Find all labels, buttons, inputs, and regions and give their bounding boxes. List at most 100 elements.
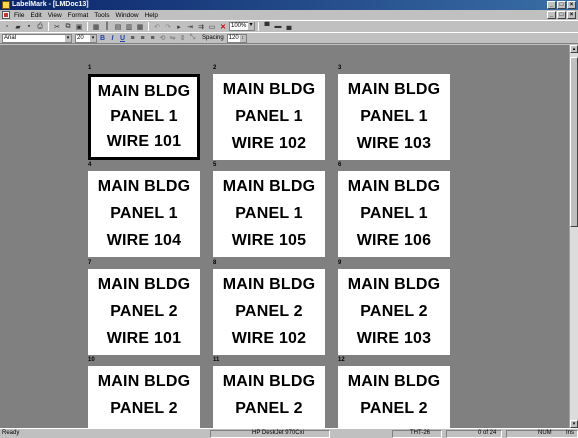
label-text-line: MAIN BLDG (97, 372, 191, 390)
label-face[interactable]: MAIN BLDG PANEL 1 WIRE 106 (338, 171, 450, 257)
label-face[interactable]: MAIN BLDG PANEL 2 WIRE 101 (88, 269, 200, 355)
vertical-text-icon[interactable]: ⇕ (178, 34, 187, 43)
scroll-down-icon[interactable]: ▾ (570, 420, 578, 428)
open-folder-icon[interactable]: ▰ (13, 22, 23, 32)
scroll-thumb[interactable] (570, 57, 578, 227)
scroll-up-icon[interactable]: ▴ (570, 45, 578, 53)
bold-button[interactable]: B (98, 34, 107, 43)
label-tile[interactable]: 2 MAIN BLDG PANEL 1 WIRE 102 (213, 65, 325, 160)
label-tile[interactable]: 3 MAIN BLDG PANEL 1 WIRE 103 (338, 65, 450, 160)
underline-button[interactable]: U (118, 34, 127, 43)
vertical-scrollbar[interactable]: ▴ ▾ (569, 45, 578, 428)
label-face[interactable]: MAIN BLDG PANEL 1 WIRE 101 (88, 74, 200, 160)
font-size-select[interactable]: 20 ▾ (75, 33, 97, 43)
label-text-line: PANEL 1 (360, 107, 428, 125)
label-face[interactable]: MAIN BLDG PANEL 1 WIRE 104 (88, 171, 200, 257)
label-tile[interactable]: 1 MAIN BLDG PANEL 1 WIRE 101 (88, 65, 200, 160)
menu-tools[interactable]: Tools (94, 12, 109, 19)
label-number: 11 (213, 357, 220, 363)
label-text-line: PANEL 2 (235, 302, 303, 320)
label-text-line: MAIN BLDG (222, 372, 316, 390)
cut-icon[interactable]: ✂ (52, 22, 62, 32)
menu-file[interactable]: File (14, 12, 24, 19)
mirror-icon[interactable]: ⇋ (168, 34, 177, 43)
spacing-input[interactable]: 120 ↕ (226, 33, 247, 43)
zoom-select[interactable]: 100% (229, 22, 255, 31)
maximize-button[interactable]: □ (557, 1, 566, 9)
label-text-line: WIRE 102 (231, 330, 307, 348)
label-face[interactable]: MAIN BLDG PANEL 1 WIRE 105 (213, 171, 325, 257)
align-left-icon[interactable]: ≡ (128, 34, 137, 43)
chevron-down-icon: ▾ (90, 34, 96, 42)
italic-button[interactable]: I (108, 34, 117, 43)
spacing-label: Spacing (202, 35, 224, 41)
align-top-icon[interactable]: ▀ (262, 22, 272, 32)
doc-restore-button[interactable]: □ (557, 11, 566, 19)
barcode-icon[interactable]: ║ (102, 22, 112, 32)
forward-icon[interactable]: ▸ (174, 22, 184, 32)
label-number: 8 (213, 260, 217, 266)
grid-icon[interactable]: ▦ (91, 22, 101, 32)
menu-window[interactable]: Window (115, 12, 138, 19)
menu-view[interactable]: View (48, 12, 62, 19)
label-text-line: MAIN BLDG (97, 177, 191, 195)
label-face[interactable]: MAIN BLDG PANEL 1 WIRE 103 (338, 74, 450, 160)
label-workspace[interactable]: 1 MAIN BLDG PANEL 1 WIRE 101 2 MAIN BLDG PANEL… (0, 45, 569, 428)
label-tile[interactable]: 8 MAIN BLDG PANEL 2 WIRE 102 (213, 260, 325, 355)
document-icon[interactable] (2, 11, 10, 19)
label-face[interactable]: MAIN BLDG PANEL 2 WIRE 103 (338, 269, 450, 355)
label-text-line: WIRE 105 (231, 232, 307, 250)
label-text-line: WIRE 101 (106, 330, 182, 348)
label-text-line: PANEL 2 (110, 302, 178, 320)
close-button[interactable]: × (567, 1, 576, 9)
menu-help[interactable]: Help (145, 12, 158, 19)
label-tile[interactable]: 7 MAIN BLDG PANEL 2 WIRE 101 (88, 260, 200, 355)
label-text-line: WIRE 103 (356, 330, 432, 348)
minimize-button[interactable]: _ (547, 1, 556, 9)
label-face[interactable]: MAIN BLDG PANEL 1 WIRE 102 (213, 74, 325, 160)
table-icon[interactable]: ▥ (124, 22, 134, 32)
label-tile[interactable]: 10MAIN BLDGPANEL 2WIRE 104 (88, 357, 200, 428)
align-bottom-icon[interactable]: ▄ (284, 22, 294, 32)
menu-edit[interactable]: Edit (30, 12, 41, 19)
label-text-line: PANEL 2 (360, 399, 428, 417)
label-tile[interactable]: 9 MAIN BLDG PANEL 2 WIRE 103 (338, 260, 450, 355)
align-middle-icon[interactable]: ▬ (273, 22, 283, 32)
label-tile[interactable]: 11 MAIN BLDGPANEL 2WIRE 105 (213, 357, 325, 428)
rotate-icon[interactable]: ⟲ (158, 34, 167, 43)
align-right-icon[interactable]: ≡ (148, 34, 157, 43)
font-size-value: 20 (77, 34, 84, 41)
label-tile[interactable]: 12MAIN BLDGPANEL 2WIRE 106 (338, 357, 450, 428)
label-tile[interactable]: 4 MAIN BLDG PANEL 1 WIRE 104 (88, 162, 200, 257)
label-number: 2 (213, 65, 217, 71)
frame-icon[interactable]: ▭ (207, 22, 217, 32)
doc-minimize-button[interactable]: _ (547, 11, 556, 19)
undo-icon[interactable]: ↶ (152, 22, 162, 32)
app-icon (2, 1, 10, 9)
status-num: NUM (538, 430, 552, 436)
save-icon[interactable]: ▪ (24, 22, 34, 32)
doc-close-button[interactable]: × (567, 11, 576, 19)
serial-icon[interactable]: ▤ (113, 22, 123, 32)
delete-icon[interactable]: ✕ (218, 22, 228, 32)
label-face[interactable]: MAIN BLDGPANEL 2WIRE 105 (213, 366, 325, 428)
label-text-line: PANEL 1 (235, 204, 303, 222)
label-face[interactable]: MAIN BLDGPANEL 2WIRE 106 (338, 366, 450, 428)
label-tile[interactable]: 5 MAIN BLDG PANEL 1 WIRE 105 (213, 162, 325, 257)
label-face[interactable]: MAIN BLDG PANEL 2 WIRE 102 (213, 269, 325, 355)
label-tile[interactable]: 6 MAIN BLDG PANEL 1 WIRE 106 (338, 162, 450, 257)
font-select[interactable]: Arial ▾ (2, 33, 72, 43)
merge-icon[interactable]: ⇉ (196, 22, 206, 32)
redo-icon[interactable]: ↷ (163, 22, 173, 32)
shrink-icon[interactable]: ⤡ (188, 34, 197, 43)
label-face[interactable]: MAIN BLDGPANEL 2WIRE 104 (88, 366, 200, 428)
insert-icon[interactable]: ⇥ (185, 22, 195, 32)
new-file-icon[interactable]: ▫ (2, 22, 12, 32)
layout-icon[interactable]: ▦ (135, 22, 145, 32)
paste-icon[interactable]: ▣ (74, 22, 84, 32)
font-value: Arial (4, 34, 17, 41)
menu-format[interactable]: Format (68, 12, 89, 19)
align-center-icon[interactable]: ≡ (138, 34, 147, 43)
print-icon[interactable]: ⎙ (35, 22, 45, 32)
copy-icon[interactable]: ⧉ (63, 22, 73, 32)
